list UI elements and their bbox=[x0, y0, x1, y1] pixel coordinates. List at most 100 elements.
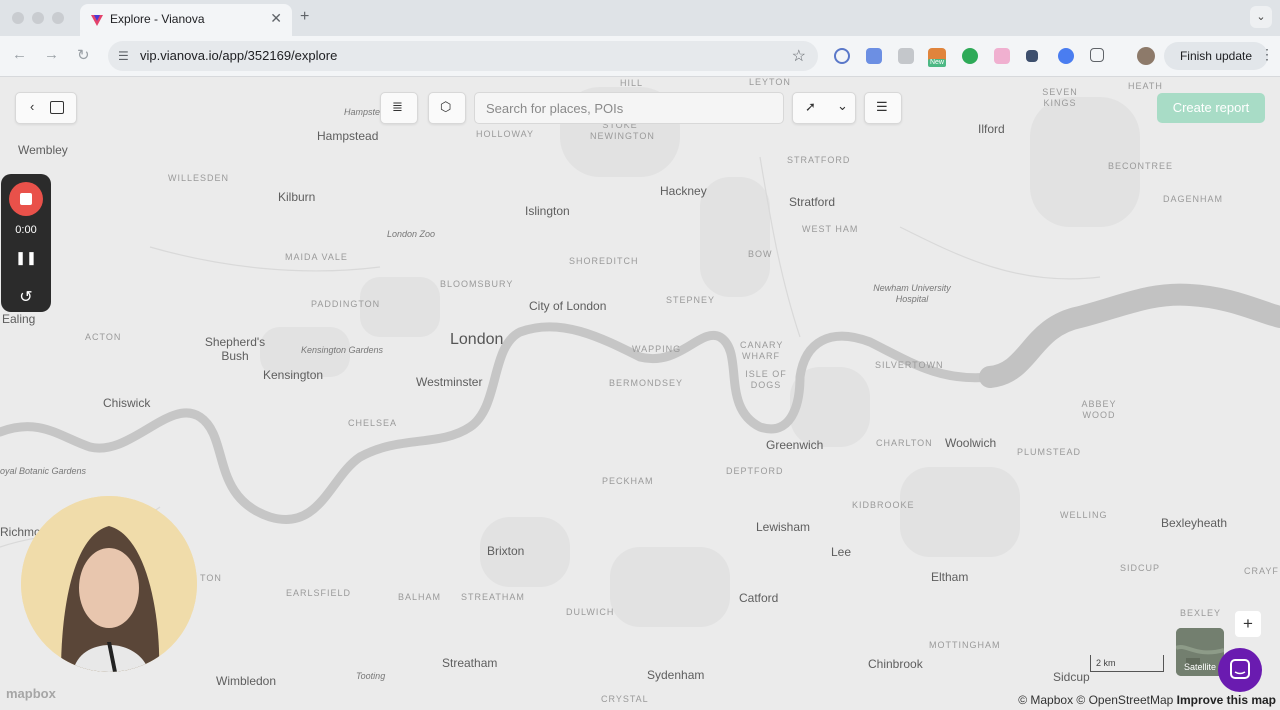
place-label: Catford bbox=[739, 591, 779, 605]
place-label: WAPPING bbox=[632, 344, 682, 354]
place-label: HOLLOWAY bbox=[476, 129, 535, 139]
tab-search-chevron-icon[interactable]: ⌄ bbox=[1250, 6, 1272, 28]
close-tab-icon[interactable]: ✕ bbox=[270, 10, 282, 27]
place-label: London Zoo bbox=[387, 229, 436, 239]
place-label: WILLESDEN bbox=[168, 173, 230, 183]
report-list-button[interactable]: ☰ bbox=[864, 92, 902, 124]
place-label: CRAYF bbox=[1244, 566, 1279, 576]
extension-cake-icon[interactable] bbox=[994, 48, 1010, 64]
improve-map-link[interactable]: Improve this map bbox=[1177, 693, 1276, 707]
address-bar[interactable]: ☰ vip.vianova.io/app/352169/explore ☆ bbox=[108, 41, 818, 71]
scale-label: 2 km bbox=[1096, 658, 1116, 668]
extension-circle-icon[interactable] bbox=[1058, 48, 1074, 64]
search-input[interactable]: Search for places, POIs bbox=[474, 92, 784, 124]
place-label: Greenwich bbox=[766, 438, 824, 452]
dataset-button[interactable]: ≣ bbox=[380, 92, 418, 124]
place-label: Sidcup bbox=[1053, 670, 1090, 684]
create-report-button[interactable]: Create report bbox=[1157, 93, 1265, 123]
map-canvas[interactable]: London Westminster City of London Isling… bbox=[0, 77, 1280, 710]
place-label: Shepherd's Bush bbox=[204, 335, 266, 363]
attribution-text[interactable]: © Mapbox © OpenStreetMap bbox=[1018, 693, 1173, 707]
map-scale-bar: 2 km bbox=[1090, 655, 1164, 672]
place-label: ISLE OF DOGS bbox=[745, 369, 787, 390]
place-label: BALHAM bbox=[398, 592, 442, 602]
tab-title: Explore - Vianova bbox=[110, 12, 205, 26]
cursor-arrow-icon[interactable]: ➚ bbox=[805, 99, 816, 115]
database-icon: ≣ bbox=[392, 99, 403, 114]
place-label: Tooting bbox=[356, 671, 386, 681]
place-label: HILL bbox=[620, 78, 644, 88]
place-label: BLOOMSBURY bbox=[440, 279, 514, 289]
map-basemap bbox=[0, 87, 1280, 627]
extension-translate-icon[interactable] bbox=[866, 48, 882, 64]
site-info-icon[interactable]: ☰ bbox=[118, 49, 129, 63]
place-label: London bbox=[450, 331, 504, 348]
satellite-toggle[interactable]: Satellite bbox=[1176, 628, 1224, 676]
place-label: PADDINGTON bbox=[311, 299, 381, 309]
place-label: Westminster bbox=[416, 375, 483, 389]
forward-arrow-icon[interactable]: → bbox=[44, 46, 59, 63]
polygon-button[interactable]: ⬡ bbox=[428, 92, 466, 124]
new-tab-button[interactable]: + bbox=[300, 8, 309, 26]
extension-1password-icon[interactable] bbox=[834, 48, 850, 64]
place-label: CHELSEA bbox=[348, 418, 398, 428]
place-label: Wembley bbox=[18, 143, 68, 157]
webcam-bubble[interactable] bbox=[21, 496, 197, 672]
place-label: Chinbrook bbox=[868, 657, 923, 671]
place-label: Newham University Hospital bbox=[873, 283, 951, 304]
presenter-portrait bbox=[21, 496, 197, 672]
extensions-puzzle-icon[interactable] bbox=[1090, 48, 1104, 62]
screen-recorder: 0:00 ❚❚ ↺ bbox=[1, 174, 51, 312]
profile-avatar[interactable] bbox=[1137, 47, 1155, 65]
place-label: Stratford bbox=[789, 195, 836, 209]
place-label: Streatham bbox=[442, 656, 498, 670]
chat-support-button[interactable] bbox=[1218, 648, 1262, 692]
place-label: Kilburn bbox=[278, 190, 316, 204]
maximize-window-button[interactable] bbox=[52, 12, 64, 24]
reload-icon[interactable]: ↻ bbox=[77, 46, 90, 64]
place-label: Chiswick bbox=[103, 396, 151, 410]
chevron-down-icon[interactable]: ⌄ bbox=[837, 98, 848, 114]
stop-icon bbox=[20, 193, 32, 205]
pause-icon[interactable]: ❚❚ bbox=[1, 250, 51, 266]
satellite-label: Satellite bbox=[1183, 662, 1217, 672]
place-label: Ealing bbox=[2, 312, 36, 326]
place-label: TON bbox=[200, 573, 222, 583]
extension-qr-icon[interactable] bbox=[898, 48, 914, 64]
hexagon-icon: ⬡ bbox=[440, 99, 452, 114]
place-label: Sydenham bbox=[647, 668, 705, 682]
place-label: WEST HAM bbox=[802, 224, 859, 234]
restart-icon[interactable]: ↺ bbox=[1, 287, 51, 307]
chevron-left-icon[interactable]: ‹ bbox=[30, 99, 34, 114]
more-menu-icon[interactable]: ⋮ bbox=[1260, 46, 1274, 63]
sidebar-panel-icon[interactable] bbox=[50, 101, 64, 114]
zoom-in-button[interactable]: + bbox=[1235, 611, 1261, 637]
place-label: Eltham bbox=[931, 570, 969, 584]
extension-grammarly-icon[interactable] bbox=[962, 48, 978, 64]
place-label: BERMONDSEY bbox=[609, 378, 684, 388]
place-label: Kensington Gardens bbox=[301, 345, 384, 355]
place-label: CANARY WHARF bbox=[740, 340, 784, 361]
bookmark-star-icon[interactable]: ☆ bbox=[792, 46, 806, 66]
place-label: SHOREDITCH bbox=[569, 256, 639, 266]
new-badge: New bbox=[928, 59, 946, 67]
place-label: MAIDA VALE bbox=[285, 252, 348, 262]
minimize-window-button[interactable] bbox=[32, 12, 44, 24]
place-label: Bexleyheath bbox=[1161, 516, 1228, 530]
extension-hex-icon[interactable] bbox=[1026, 50, 1038, 62]
finish-update-button[interactable]: Finish update bbox=[1164, 42, 1268, 70]
vianova-favicon-icon bbox=[91, 15, 103, 26]
place-label: STEPNEY bbox=[666, 295, 716, 305]
place-label: CRYSTAL bbox=[601, 694, 649, 704]
mapbox-logo: mapbox bbox=[6, 686, 56, 701]
url-text: vip.vianova.io/app/352169/explore bbox=[140, 48, 338, 63]
place-label: Hampstead bbox=[317, 129, 379, 143]
back-arrow-icon[interactable]: ← bbox=[12, 46, 27, 63]
stop-recording-button[interactable] bbox=[9, 182, 43, 216]
browser-tab-bar: Explore - Vianova ✕ + ⌄ bbox=[0, 0, 1280, 36]
close-window-button[interactable] bbox=[12, 12, 24, 24]
place-label: Hackney bbox=[660, 184, 707, 198]
browser-tab[interactable]: Explore - Vianova ✕ bbox=[80, 4, 292, 36]
place-label: PLUMSTEAD bbox=[1017, 447, 1082, 457]
place-label: DULWICH bbox=[566, 607, 615, 617]
